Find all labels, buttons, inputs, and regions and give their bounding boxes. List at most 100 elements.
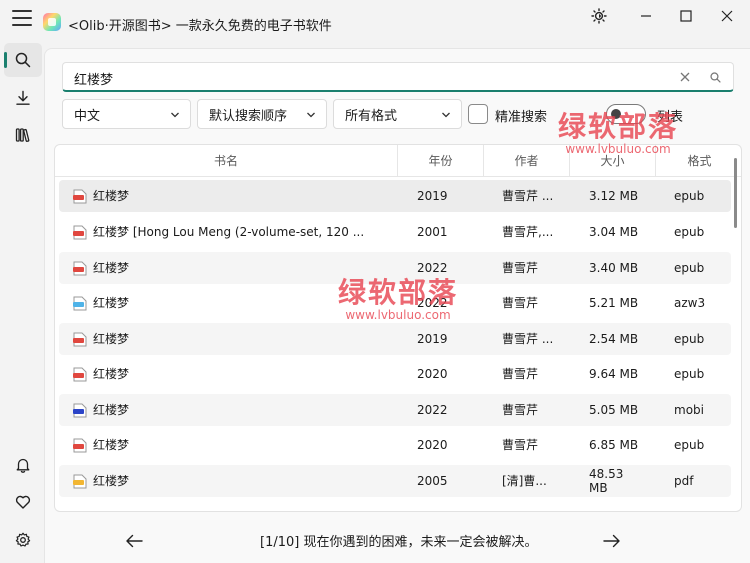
pager-status-text: [1/10] 现在你遇到的困难，未来一定会被解决。	[260, 535, 538, 550]
book-author: 曹雪芹	[502, 296, 539, 310]
book-size: 48.53 MB	[589, 467, 649, 499]
table-row[interactable]: 红楼梦 2019 曹雪芹 ... 3.12 MB epub	[59, 180, 731, 212]
next-page-button[interactable]	[600, 530, 624, 552]
sidebar-item-notifications[interactable]	[4, 448, 42, 482]
sort-dropdown[interactable]: 默认搜索顺序	[197, 99, 327, 129]
book-file-icon	[73, 438, 87, 453]
book-file-icon	[73, 403, 87, 418]
sidebar-item-search[interactable]	[4, 43, 42, 77]
book-year: 2019	[417, 332, 448, 346]
library-icon	[15, 128, 30, 142]
book-author: [清]曹...	[502, 474, 547, 488]
book-size: 3.04 MB	[589, 225, 639, 239]
book-title: 红楼梦	[93, 332, 130, 346]
book-format: epub	[674, 261, 705, 275]
sidebar-item-favorites[interactable]	[4, 485, 42, 519]
app-logo	[43, 13, 61, 31]
book-format: epub	[674, 189, 705, 203]
table-row[interactable]: 红楼梦 [Hong Lou Meng (2-volume-set, 120 ..…	[59, 216, 731, 248]
table-row[interactable]: 红楼梦 2022 曹雪芹 3.40 MB epub	[59, 252, 731, 284]
search-query: 红楼梦	[74, 73, 114, 88]
clear-search-icon[interactable]	[677, 69, 693, 85]
book-title: 红楼梦	[93, 296, 130, 310]
sidebar-item-settings[interactable]	[4, 523, 42, 557]
book-size-value: 48.53	[589, 467, 624, 481]
book-file-icon	[73, 332, 87, 347]
results-table: 书名 年份 作者 大小 格式 红楼梦 2019 曹雪芹 ... 3.12 MB …	[54, 144, 742, 512]
book-year: 2001	[417, 225, 448, 239]
book-year: 2019	[417, 189, 448, 203]
sidebar-item-library[interactable]	[4, 118, 42, 152]
exact-search-label: 精准搜索	[495, 110, 548, 125]
maximize-icon[interactable]	[672, 6, 700, 26]
bell-icon	[16, 458, 30, 473]
book-file-icon	[73, 296, 87, 311]
column-header-format[interactable]: 格式	[656, 145, 741, 177]
search-icon	[15, 52, 31, 68]
table-row[interactable]: 红楼梦 2020 曹雪芹 9.64 MB epub	[59, 358, 731, 390]
sort-dropdown-value: 默认搜索顺序	[209, 108, 288, 124]
book-size-unit: MB	[589, 481, 608, 495]
format-dropdown-value: 所有格式	[345, 108, 398, 124]
language-dropdown[interactable]: 中文	[62, 99, 191, 129]
theme-sun-icon[interactable]	[585, 6, 613, 26]
book-file-icon	[73, 261, 87, 276]
book-author: 曹雪芹,...	[502, 225, 554, 239]
book-size: 3.12 MB	[589, 189, 639, 203]
close-icon[interactable]	[713, 6, 741, 26]
book-size: 6.85 MB	[589, 438, 639, 452]
title-bar: <Olib·开源图书> 一款永久免费的电子书软件	[0, 0, 750, 34]
previous-page-button[interactable]	[122, 530, 146, 552]
table-row[interactable]: 红楼梦 2020 曹雪芹 6.85 MB epub	[59, 429, 731, 461]
book-year: 2022	[417, 403, 448, 417]
column-header-size[interactable]: 大小	[570, 145, 656, 177]
language-dropdown-value: 中文	[74, 108, 101, 124]
book-title: 红楼梦	[93, 474, 130, 488]
exact-search-checkbox[interactable]	[468, 104, 488, 124]
book-file-icon	[73, 474, 87, 489]
book-author: 曹雪芹	[502, 367, 539, 381]
book-title: 红楼梦	[93, 261, 130, 275]
book-size: 5.21 MB	[589, 296, 639, 310]
chevron-down-icon	[442, 112, 450, 118]
table-header: 书名 年份 作者 大小 格式	[55, 145, 741, 177]
download-icon	[16, 90, 30, 105]
book-file-icon	[73, 367, 87, 382]
book-year: 2022	[417, 261, 448, 275]
chevron-down-icon	[171, 112, 179, 118]
book-title: 红楼梦	[93, 189, 130, 203]
gear-icon	[15, 532, 31, 547]
table-scrollbar[interactable]	[734, 158, 737, 228]
minimize-icon[interactable]	[632, 6, 660, 26]
chevron-down-icon	[307, 112, 315, 118]
hamburger-icon[interactable]	[12, 10, 32, 26]
table-row[interactable]: 红楼梦 2022 曹雪芹 5.21 MB azw3	[59, 287, 731, 319]
sidebar-item-download[interactable]	[4, 81, 42, 115]
table-row[interactable]: 红楼梦 2022 曹雪芹 5.05 MB mobi	[59, 394, 731, 426]
column-header-author[interactable]: 作者	[484, 145, 570, 177]
book-author: 曹雪芹	[502, 261, 539, 275]
book-size: 5.05 MB	[589, 403, 639, 417]
book-title: 红楼梦	[93, 403, 130, 417]
book-year: 2022	[417, 296, 448, 310]
column-header-title[interactable]: 书名	[55, 145, 398, 177]
book-year: 2005	[417, 474, 448, 488]
book-size: 9.64 MB	[589, 367, 639, 381]
book-title: 红楼梦 [Hong Lou Meng (2-volume-set, 120 ..…	[93, 225, 365, 239]
book-title: 红楼梦	[93, 367, 130, 381]
sidebar	[0, 34, 44, 563]
heart-icon	[15, 495, 31, 509]
table-row[interactable]: 红楼梦 2019 曹雪芹 ... 2.54 MB epub	[59, 323, 731, 355]
list-view-toggle[interactable]	[606, 104, 646, 124]
search-icon[interactable]	[707, 69, 723, 85]
book-format: epub	[674, 367, 705, 381]
table-row[interactable]: 红楼梦 2005 [清]曹... 48.53 MB pdf	[59, 465, 731, 497]
book-author: 曹雪芹 ...	[502, 189, 554, 203]
app-title: <Olib·开源图书> 一款永久免费的电子书软件	[68, 19, 332, 34]
search-input[interactable]: 红楼梦	[62, 62, 734, 92]
book-year: 2020	[417, 438, 448, 452]
book-format: epub	[674, 438, 705, 452]
arrow-right-icon	[603, 534, 620, 548]
format-dropdown[interactable]: 所有格式	[333, 99, 462, 129]
column-header-year[interactable]: 年份	[398, 145, 484, 177]
